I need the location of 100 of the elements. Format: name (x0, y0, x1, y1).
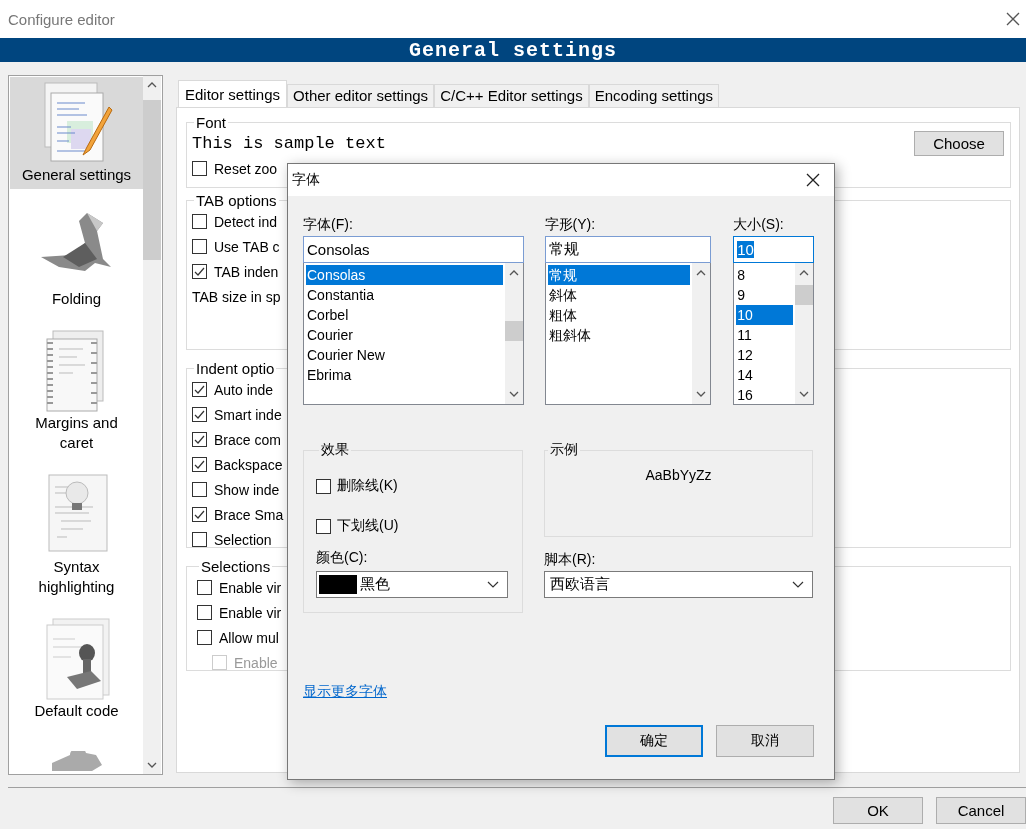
scroll-up-icon[interactable] (508, 270, 519, 276)
checkbox[interactable] (192, 482, 207, 497)
list-item[interactable]: 粗斜体 (547, 325, 691, 345)
checkbox[interactable] (192, 264, 207, 279)
scrollbar[interactable] (692, 263, 711, 404)
header-title: General settings (409, 38, 617, 62)
checkbox[interactable] (192, 161, 207, 176)
tab[interactable]: Other editor settings (287, 84, 435, 107)
scrollbar[interactable] (143, 76, 161, 774)
window-title: Configure editor (8, 10, 115, 28)
list-item[interactable]: 粗体 (547, 305, 691, 325)
cancel-button[interactable]: Cancel (936, 797, 1026, 824)
sidebar-item[interactable]: Syntax highlighting (10, 469, 143, 601)
scroll-up-icon[interactable] (147, 82, 157, 88)
tab[interactable]: C/C++ Editor settings (434, 84, 589, 107)
group-title: Selections (200, 558, 272, 575)
close-icon[interactable] (1006, 12, 1020, 26)
checkbox[interactable] (316, 518, 331, 534)
tab[interactable]: Editor settings (178, 80, 288, 107)
sidebar-item-label: Margins and caret (34, 413, 119, 453)
checkbox[interactable] (192, 507, 207, 522)
scroll-down-icon[interactable] (147, 762, 157, 768)
list-box[interactable]: 常规 斜体 粗体 粗斜体 (544, 263, 712, 405)
checkbox[interactable] (197, 580, 212, 595)
ok-button[interactable]: OK (833, 797, 923, 824)
scroll-thumb[interactable] (143, 100, 161, 260)
color-dropdown[interactable]: 黑色 (316, 571, 508, 598)
script-dropdown[interactable]: 西欧语言 (544, 571, 813, 598)
choose-button[interactable]: Choose (914, 131, 1004, 156)
scroll-down-icon[interactable] (799, 391, 809, 397)
checkbox-label: Detect ind (214, 213, 278, 230)
checkbox[interactable] (316, 478, 331, 494)
checkbox-label: Use TAB c (214, 238, 280, 255)
scroll-up-icon[interactable] (696, 270, 707, 276)
ok-button[interactable]: 确定 (605, 725, 703, 757)
sidebar-item-label: General settings (21, 165, 132, 185)
list-box[interactable]: Consolas Constantia Corbel Courier Courier New Ebrima (303, 263, 524, 405)
list-item[interactable]: Ebrima (306, 365, 503, 385)
checkbox[interactable] (192, 407, 207, 422)
dialog-title: 字体 (292, 171, 320, 189)
checkbox-label: 删除线(K) (337, 477, 398, 495)
list-item[interactable]: Corbel (306, 305, 503, 325)
checkbox-label: Selection (214, 531, 272, 548)
group-title: 效果 (320, 441, 350, 459)
list-item[interactable]: 斜体 (547, 285, 691, 305)
checkbox[interactable] (192, 382, 207, 397)
checkbox-label: Brace com (214, 431, 281, 448)
list-item[interactable]: 10 (736, 305, 793, 325)
list-item[interactable]: Courier (306, 325, 503, 345)
scroll-up-icon[interactable] (799, 270, 809, 276)
checkbox-label: Allow mul (219, 629, 279, 646)
field-label: 大小(S): (733, 215, 785, 234)
sidebar-item[interactable]: Margins and caret (10, 325, 143, 457)
sidebar-item[interactable]: General settings (10, 77, 143, 189)
checkbox[interactable] (192, 532, 207, 547)
checkbox-label: Show inde (214, 481, 280, 498)
checkbox[interactable] (192, 457, 207, 472)
field-label: 脚本(R): (544, 550, 597, 569)
scroll-down-icon[interactable] (508, 391, 519, 397)
list-item[interactable]: 16 (736, 385, 793, 404)
tab[interactable]: Encoding settings (588, 84, 720, 107)
checkbox[interactable] (197, 605, 212, 620)
checkbox-label: Enable (234, 654, 278, 671)
scrollbar[interactable] (795, 263, 813, 404)
list-item[interactable]: Consolas (306, 265, 503, 285)
list-item[interactable]: 常规 (547, 265, 691, 285)
list-item[interactable]: Constantia (306, 285, 503, 305)
sample-text: This is sample text (192, 134, 386, 153)
field-label: 字形(Y): (544, 215, 597, 234)
checkbox-label: 下划线(U) (337, 517, 399, 535)
sidebar-item-label: Syntax highlighting (37, 557, 116, 597)
input-field[interactable]: 10 (733, 236, 814, 263)
scroll-down-icon[interactable] (696, 391, 707, 397)
scroll-thumb[interactable] (795, 285, 813, 305)
checkbox[interactable] (197, 630, 212, 645)
group-title: TAB options (195, 192, 278, 209)
group-title: Font (195, 114, 227, 131)
list-item[interactable]: 11 (736, 325, 793, 345)
scroll-thumb[interactable] (504, 321, 523, 341)
list-item[interactable]: 9 (736, 285, 793, 305)
close-icon[interactable] (806, 173, 820, 187)
cancel-button[interactable]: 取消 (716, 725, 814, 757)
checkbox[interactable] (192, 239, 207, 254)
sidebar-item[interactable]: Default code (10, 613, 143, 725)
checkbox[interactable] (192, 432, 207, 447)
list-item[interactable]: 8 (736, 265, 793, 285)
sidebar-item[interactable]: Folding (10, 201, 143, 313)
list-box[interactable]: 8 9 10 11 12 14 16 (733, 263, 814, 405)
input-field[interactable]: 常规 (544, 236, 712, 263)
checkbox-label: Reset zoo (214, 160, 278, 177)
checkbox-label: Brace Sma (214, 506, 284, 523)
more-fonts-link[interactable]: 显示更多字体 (303, 683, 387, 699)
input-field[interactable]: Consolas (303, 236, 524, 263)
scrollbar[interactable] (504, 263, 523, 404)
field-label: 字体(F): (303, 215, 354, 234)
list-item[interactable]: 14 (736, 365, 793, 385)
list-item[interactable]: 12 (736, 345, 793, 365)
checkbox[interactable] (192, 214, 207, 229)
list-item[interactable]: Courier New (306, 345, 503, 365)
checkbox-label: Smart inde (214, 406, 282, 423)
